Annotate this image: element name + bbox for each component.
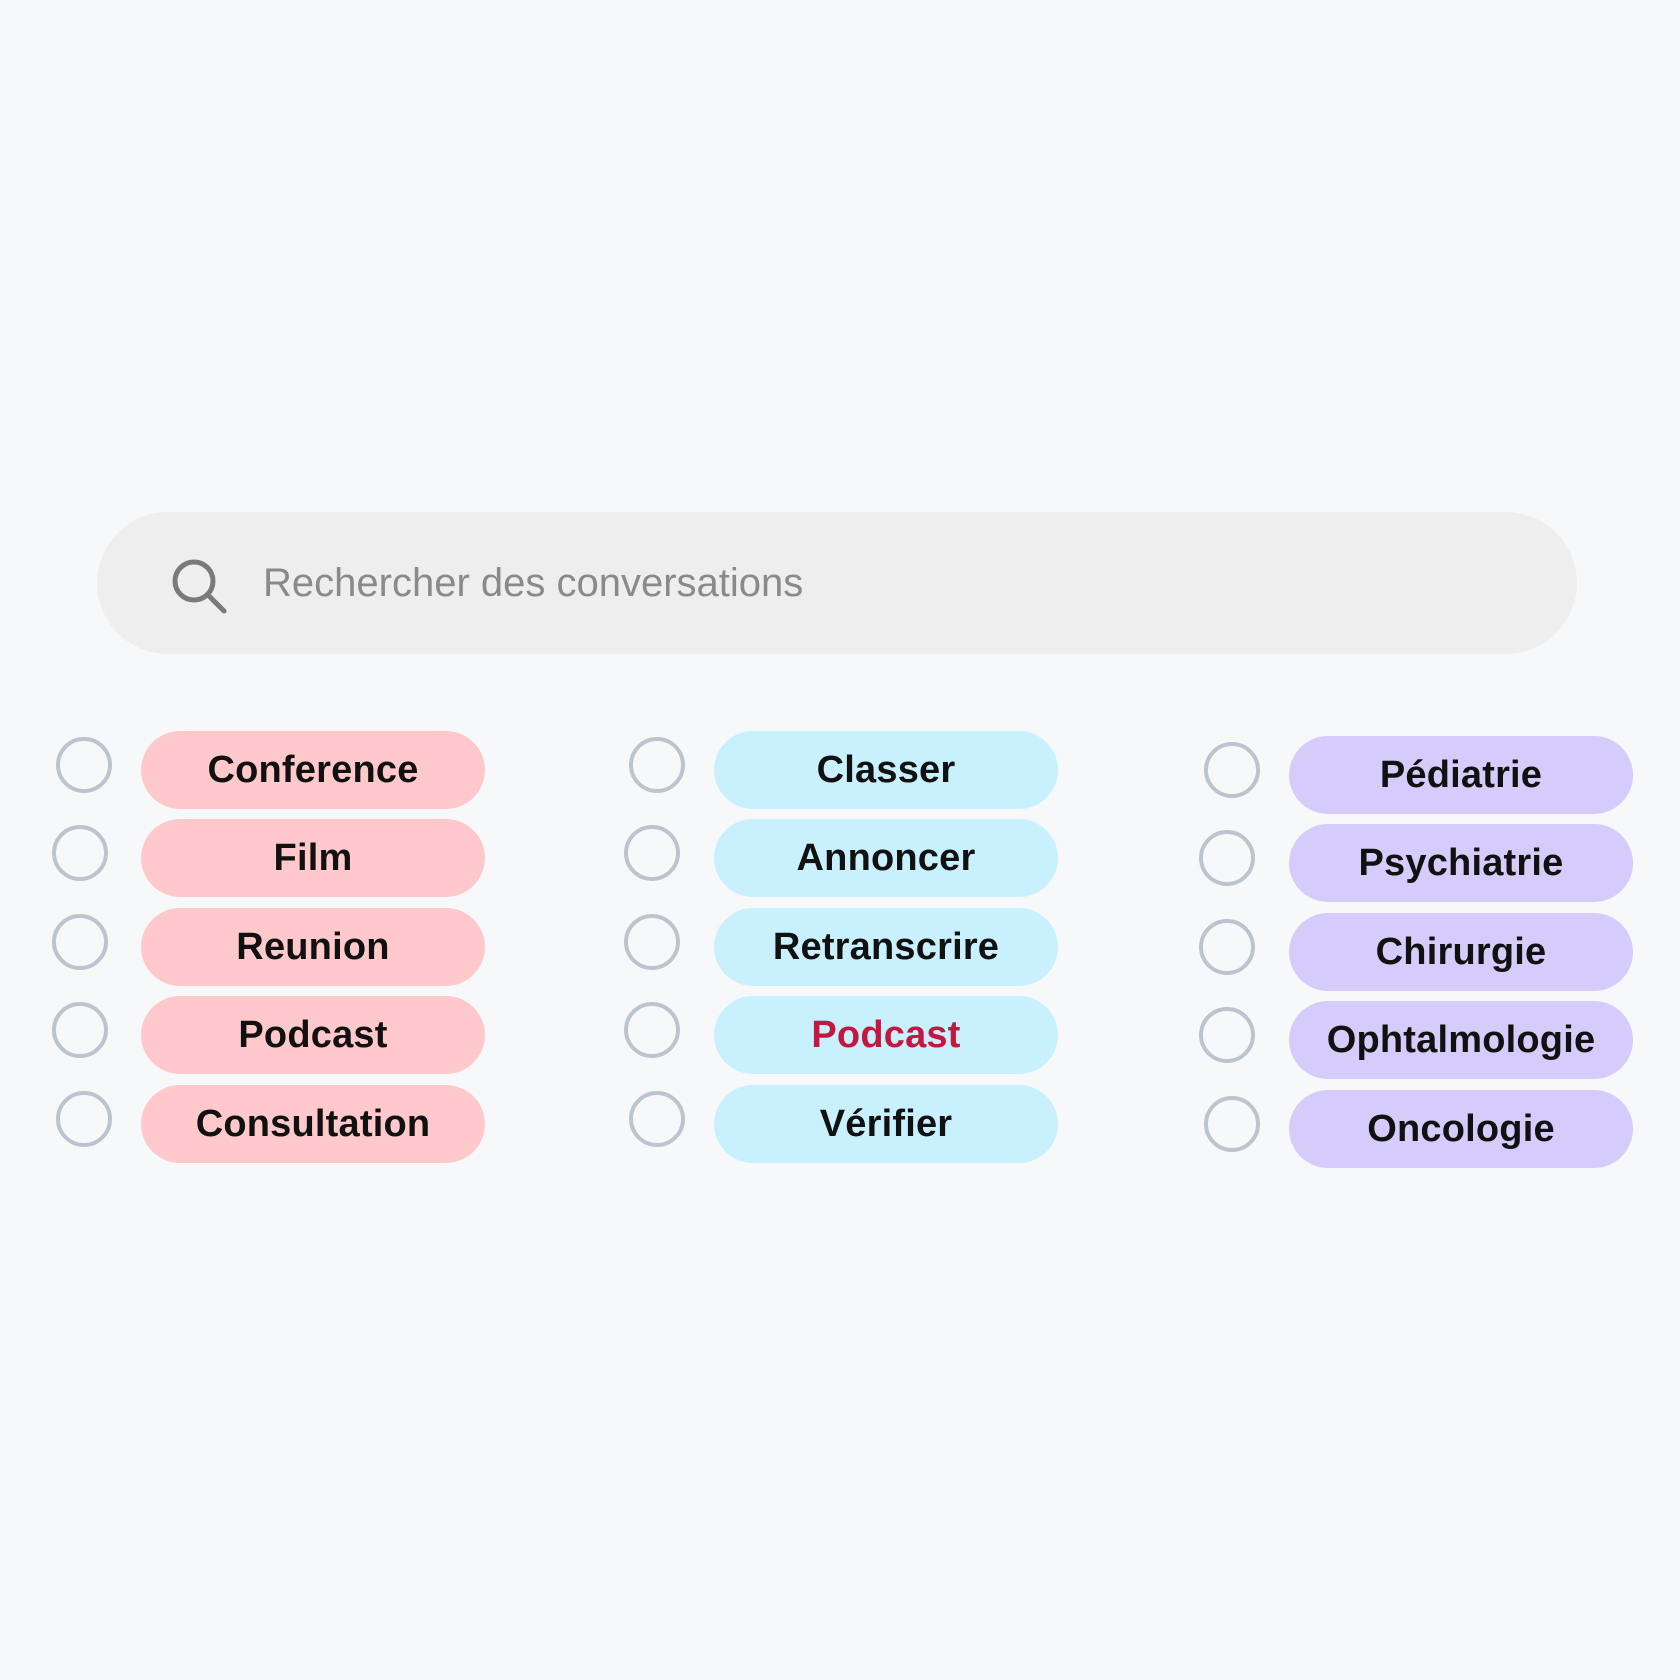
tag-pill[interactable]: Annoncer — [714, 819, 1058, 897]
tag-row: Conference — [52, 728, 572, 809]
tag-radio[interactable] — [624, 1002, 680, 1058]
tag-row: Podcast — [624, 993, 1144, 1074]
tag-pill[interactable]: Chirurgie — [1289, 913, 1633, 991]
tag-pill[interactable]: Classer — [714, 731, 1058, 809]
tag-row: Pédiatrie — [1199, 733, 1680, 814]
tag-radio[interactable] — [1199, 830, 1255, 886]
tag-radio[interactable] — [629, 1091, 685, 1147]
tag-radio[interactable] — [52, 914, 108, 970]
tag-pill[interactable]: Retranscrire — [714, 908, 1058, 986]
tag-row: Consultation — [52, 1082, 572, 1163]
tag-pill[interactable]: Conference — [141, 731, 485, 809]
tag-pill[interactable]: Psychiatrie — [1289, 824, 1633, 902]
tag-pill[interactable]: Consultation — [141, 1085, 485, 1163]
tag-radio[interactable] — [624, 914, 680, 970]
tag-row: Podcast — [52, 993, 572, 1074]
tag-pill[interactable]: Podcast — [141, 996, 485, 1074]
tag-pill[interactable]: Reunion — [141, 908, 485, 986]
tag-pill[interactable]: Ophtalmologie — [1289, 1001, 1633, 1079]
tag-radio[interactable] — [1199, 1007, 1255, 1063]
search-icon — [172, 559, 227, 614]
tag-row: Reunion — [52, 905, 572, 986]
search-bar[interactable] — [97, 512, 1577, 654]
tag-row: Vérifier — [624, 1082, 1144, 1163]
tag-radio[interactable] — [1204, 1096, 1260, 1152]
tag-pill[interactable]: Pédiatrie — [1289, 736, 1633, 814]
tag-row: Retranscrire — [624, 905, 1144, 986]
search-input[interactable] — [263, 548, 1463, 618]
tag-pill[interactable]: Oncologie — [1289, 1090, 1633, 1168]
tag-radio[interactable] — [629, 737, 685, 793]
tag-pill[interactable]: Film — [141, 819, 485, 897]
tag-radio[interactable] — [1199, 919, 1255, 975]
tag-radio[interactable] — [52, 1002, 108, 1058]
tag-radio[interactable] — [1204, 742, 1260, 798]
tag-row: Classer — [624, 728, 1144, 809]
tag-pill[interactable]: Vérifier — [714, 1085, 1058, 1163]
tag-row: Film — [52, 816, 572, 897]
tag-row: Oncologie — [1199, 1087, 1680, 1168]
tag-row: Psychiatrie — [1199, 821, 1680, 902]
tag-radio[interactable] — [624, 825, 680, 881]
tag-radio[interactable] — [56, 1091, 112, 1147]
tag-row: Ophtalmologie — [1199, 998, 1680, 1079]
tag-row: Chirurgie — [1199, 910, 1680, 991]
tag-radio[interactable] — [52, 825, 108, 881]
tag-pill-highlighted[interactable]: Podcast — [714, 996, 1058, 1074]
tag-radio[interactable] — [56, 737, 112, 793]
tag-row: Annoncer — [624, 816, 1144, 897]
